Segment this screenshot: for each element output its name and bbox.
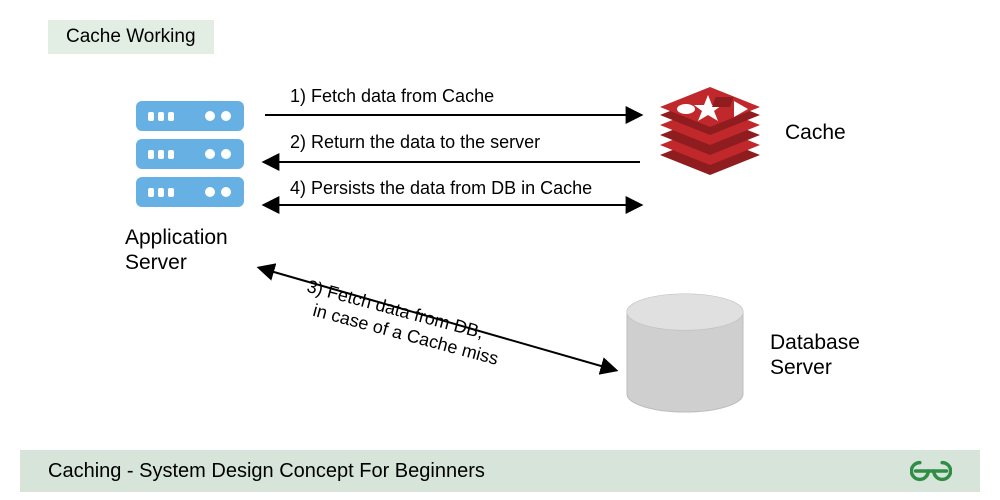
cache-icon <box>650 85 770 195</box>
diagram: Application Server Cache Database Server <box>0 0 1000 500</box>
geeksforgeeks-logo-icon <box>910 457 952 485</box>
application-server-icon <box>130 95 250 215</box>
database-icon <box>620 290 750 420</box>
footer-bar: Caching - System Design Concept For Begi… <box>20 450 980 492</box>
step-1-label: 1) Fetch data from Cache <box>290 86 494 107</box>
footer-title: Caching - System Design Concept For Begi… <box>48 460 485 483</box>
cache-label: Cache <box>785 120 846 145</box>
step-2-label: 2) Return the data to the server <box>290 132 540 153</box>
step-4-label: 4) Persists the data from DB in Cache <box>290 178 592 199</box>
application-server-label: Application Server <box>125 225 228 275</box>
database-label: Database Server <box>770 330 860 380</box>
